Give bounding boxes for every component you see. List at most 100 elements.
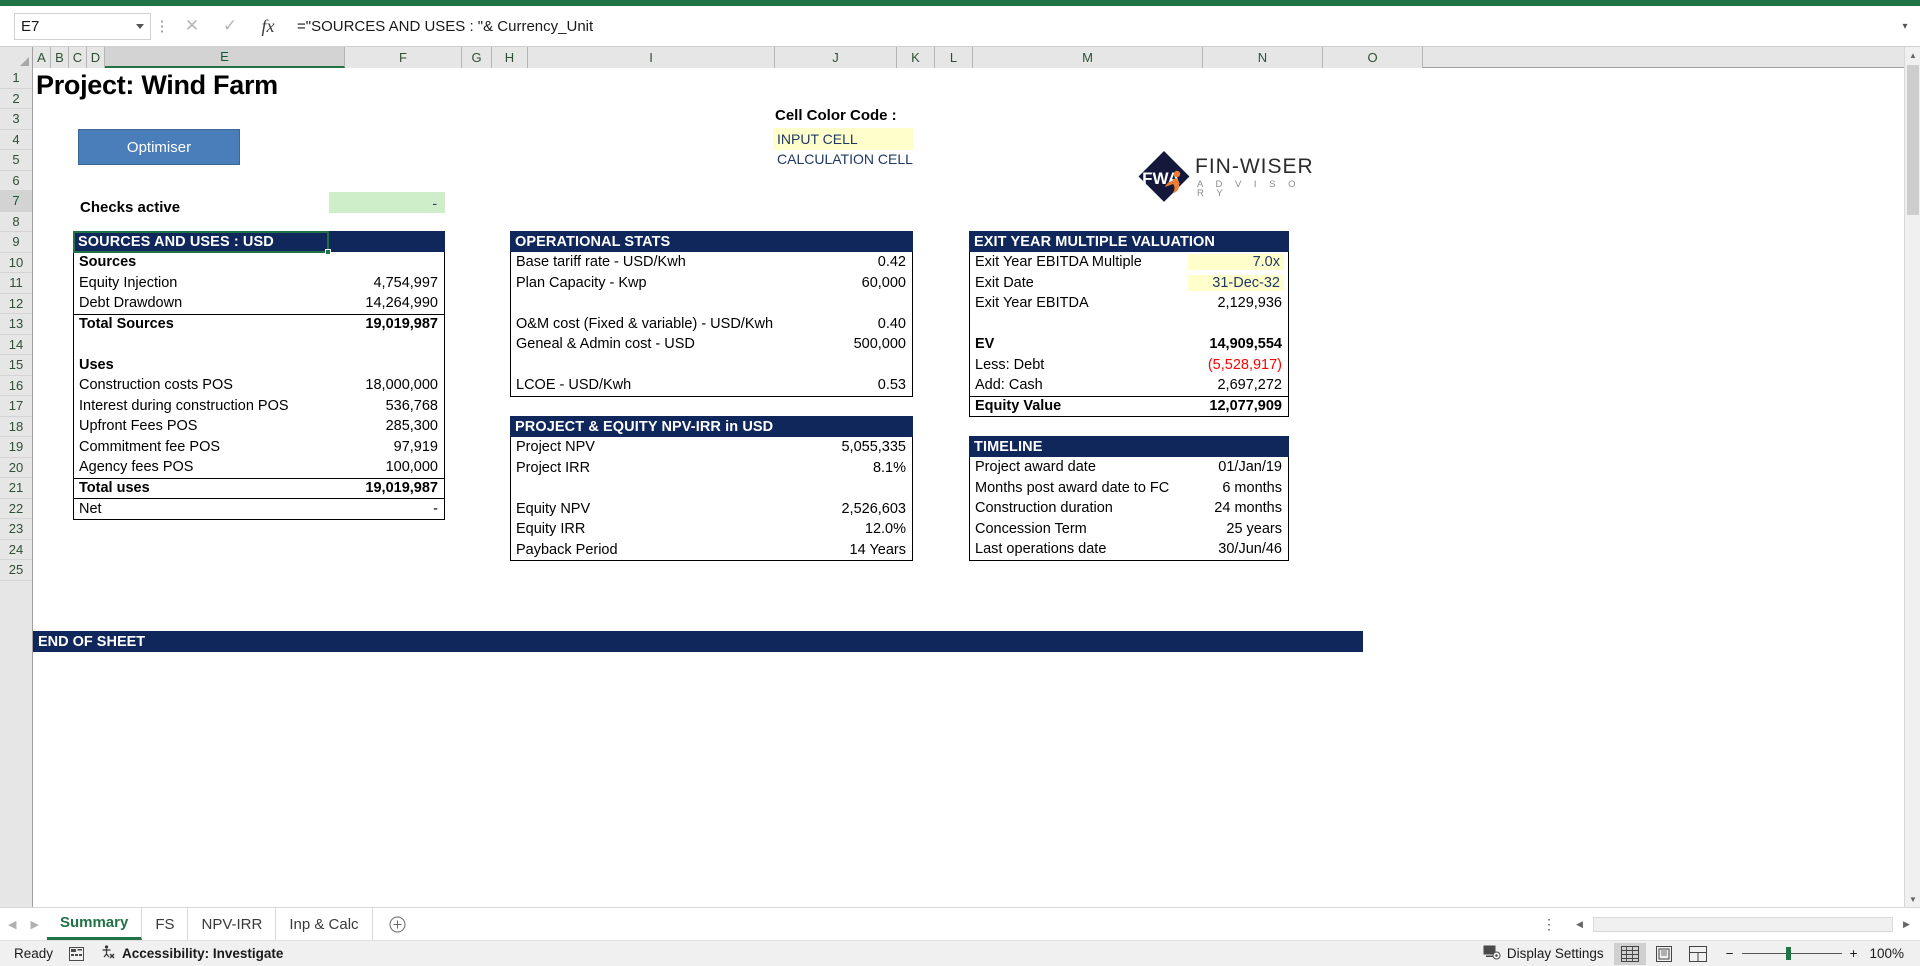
previous-sheet-icon[interactable]: ◀: [8, 918, 16, 931]
sheet-tab-summary[interactable]: Summary: [46, 908, 143, 940]
display-settings-button[interactable]: Display Settings: [1475, 945, 1612, 963]
sheet-canvas[interactable]: Project: Wind Farm Optimiser Checks acti…: [33, 68, 1920, 907]
table-row: Months post award date to FC 6 months: [970, 478, 1288, 499]
row-header-16[interactable]: 16: [0, 375, 32, 396]
sheet-tab-inp-calc[interactable]: Inp & Calc: [276, 908, 373, 940]
chevron-down-icon-formula[interactable]: ▾: [1894, 21, 1916, 32]
add-sheet-icon[interactable]: [373, 908, 422, 940]
table-row-spacer: [511, 355, 912, 376]
cell-value: 14,909,554: [1209, 336, 1282, 353]
zoom-track[interactable]: [1741, 947, 1842, 960]
row-header-7[interactable]: 7: [0, 191, 32, 212]
table-row: Project award date 01/Jan/19: [970, 457, 1288, 478]
column-header-N[interactable]: N: [1203, 47, 1323, 68]
accessibility-status[interactable]: Accessibility: Investigate: [92, 944, 291, 963]
row-header-20[interactable]: 20: [0, 457, 32, 478]
select-all-corner[interactable]: [0, 47, 33, 68]
normal-view-icon[interactable]: [1613, 942, 1646, 965]
cell-label: Debt Drawdown: [79, 295, 183, 312]
row-header-12[interactable]: 12: [0, 293, 32, 314]
confirm-icon[interactable]: ✓: [211, 13, 249, 40]
sheet-tab-fs[interactable]: FS: [142, 908, 189, 940]
column-header-F[interactable]: F: [345, 47, 462, 68]
hscroll-right-icon[interactable]: ▶: [1899, 919, 1914, 930]
checks-active-value[interactable]: -: [329, 192, 445, 213]
cell-value: 4,754,997: [373, 274, 438, 291]
name-box[interactable]: E7: [14, 12, 151, 40]
vertical-scrollbar[interactable]: ▲ ▼: [1904, 47, 1920, 907]
horizontal-scrollbar[interactable]: [1593, 916, 1893, 932]
formula-bar-buttons: ✕ ✓ fx: [173, 13, 287, 40]
cell-value: 0.42: [877, 254, 906, 271]
row-header-21[interactable]: 21: [0, 478, 32, 499]
row-header-3[interactable]: 3: [0, 109, 32, 130]
optimiser-button[interactable]: Optimiser: [78, 129, 240, 165]
row-header-13[interactable]: 13: [0, 314, 32, 335]
fill-handle[interactable]: [325, 249, 331, 255]
sources-uses-title: SOURCES AND USES : USD: [73, 231, 445, 252]
table-row: Sources: [74, 252, 444, 273]
cancel-icon[interactable]: ✕: [173, 13, 211, 40]
cell-value-input[interactable]: 31-Dec-32: [1188, 274, 1284, 291]
row-header-6[interactable]: 6: [0, 170, 32, 191]
recording-macro-icon[interactable]: [61, 946, 92, 961]
row-header-23[interactable]: 23: [0, 519, 32, 540]
column-header-G[interactable]: G: [462, 47, 492, 68]
row-header-8[interactable]: 8: [0, 211, 32, 232]
column-header-D[interactable]: D: [87, 47, 105, 68]
column-header-L[interactable]: L: [935, 47, 973, 68]
row-header-22[interactable]: 22: [0, 498, 32, 519]
row-header-11[interactable]: 11: [0, 273, 32, 294]
row-header-15[interactable]: 15: [0, 355, 32, 376]
row-header-18[interactable]: 18: [0, 416, 32, 437]
page-layout-view-icon[interactable]: [1648, 943, 1680, 965]
column-header-H[interactable]: H: [492, 47, 528, 68]
tab-overflow-icon[interactable]: ⋮: [1532, 916, 1566, 933]
scroll-up-icon[interactable]: ▲: [1905, 47, 1920, 63]
column-header-A[interactable]: A: [33, 47, 51, 68]
column-header-I[interactable]: I: [528, 47, 775, 68]
row-header-14[interactable]: 14: [0, 334, 32, 355]
cell-label: Exit Date: [975, 274, 1034, 291]
row-header-5[interactable]: 5: [0, 150, 32, 171]
name-box-value: E7: [21, 17, 40, 35]
accessibility-icon: [100, 944, 116, 963]
zoom-out-button[interactable]: −: [1726, 946, 1734, 961]
row-header-19[interactable]: 19: [0, 437, 32, 458]
row-header-10[interactable]: 10: [0, 252, 32, 273]
column-header-J[interactable]: J: [775, 47, 897, 68]
row-header-1[interactable]: 1: [0, 68, 32, 89]
chevron-down-icon[interactable]: [136, 23, 144, 29]
column-header-O[interactable]: O: [1323, 47, 1423, 68]
panel-sources-and-uses: SOURCES AND USES : USD Sources Equity In…: [73, 231, 445, 520]
cell-value-input[interactable]: 7.0x: [1188, 254, 1284, 271]
page-break-preview-icon[interactable]: [1682, 943, 1714, 965]
cell-value: 5,055,335: [841, 439, 906, 456]
insert-function-icon[interactable]: fx: [249, 13, 287, 40]
row-header-17[interactable]: 17: [0, 396, 32, 417]
row-header-2[interactable]: 2: [0, 88, 32, 109]
logo-subtitle-text: A D V I S O R Y: [1197, 178, 1301, 199]
row-header-25[interactable]: 25: [0, 560, 32, 581]
cell-label: O&M cost (Fixed & variable) - USD/Kwh: [516, 315, 774, 332]
column-header-C[interactable]: C: [69, 47, 87, 68]
zoom-thumb[interactable]: [1785, 947, 1791, 960]
zoom-slider[interactable]: − +: [1716, 946, 1868, 961]
column-header-B[interactable]: B: [51, 47, 69, 68]
zoom-in-button[interactable]: +: [1850, 946, 1858, 961]
row-header-24[interactable]: 24: [0, 539, 32, 560]
row-header-4[interactable]: 4: [0, 129, 32, 150]
scroll-down-icon[interactable]: ▼: [1905, 891, 1920, 907]
row-header-9[interactable]: 9: [0, 232, 32, 253]
sheet-tab-npv-irr[interactable]: NPV-IRR: [188, 908, 277, 940]
column-header-K[interactable]: K: [897, 47, 935, 68]
display-settings-icon: [1483, 945, 1501, 963]
vertical-scroll-thumb[interactable]: [1907, 65, 1919, 215]
hscroll-left-icon[interactable]: ◀: [1572, 919, 1587, 930]
column-header-E[interactable]: E: [105, 47, 345, 68]
cell-label: Construction costs POS: [79, 377, 233, 394]
zoom-level-label[interactable]: 100%: [1869, 946, 1914, 961]
next-sheet-icon[interactable]: ▶: [30, 918, 38, 931]
column-header-M[interactable]: M: [973, 47, 1203, 68]
formula-input[interactable]: [287, 12, 1894, 40]
